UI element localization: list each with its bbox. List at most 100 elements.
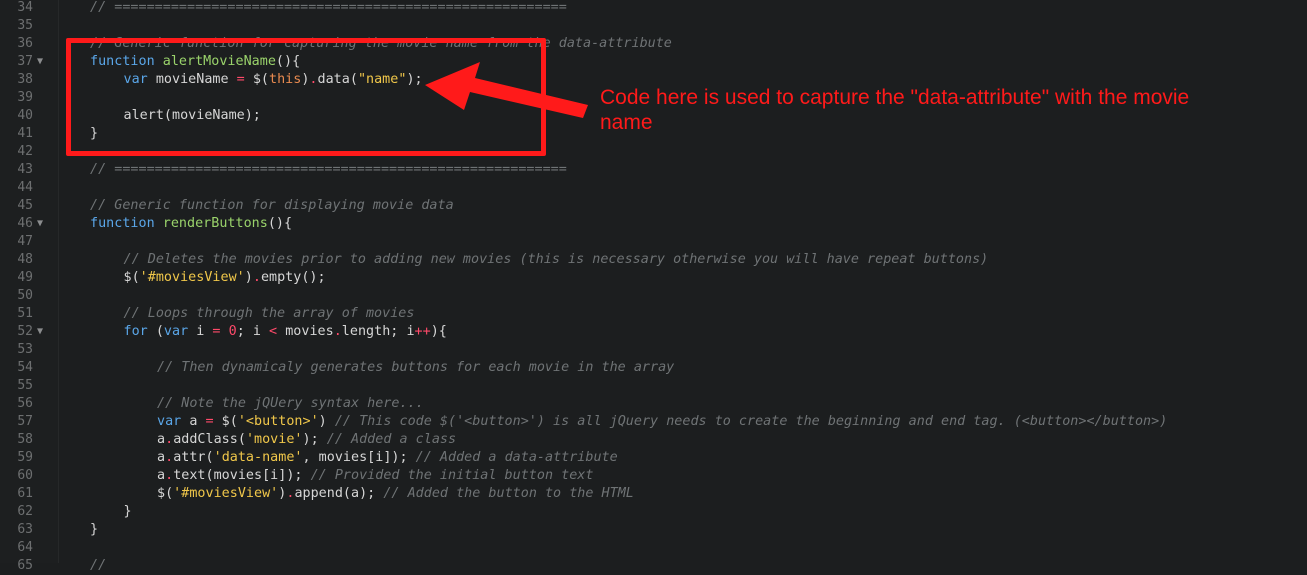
code-line: 58 a.addClass('movie'); // Added a class [0,431,1307,449]
code-line: 56 // Note the jQUery syntax here... [0,395,1307,413]
code-text: // Note the jQUery syntax here... [157,395,424,413]
code-token: (){ [267,216,293,231]
code-token: // =====================================… [90,162,567,177]
line-number: 53 [17,342,33,357]
code-text: a.text(movies[i]); // Provided the initi… [157,467,593,485]
code-token: 'data-name' [213,450,303,465]
line-number: 42 [17,144,33,159]
code-line: 53 [0,341,1307,359]
code-token: ){ [430,324,447,339]
code-token: // =====================================… [90,0,567,15]
code-line: 64 [0,539,1307,557]
code-token: attr( [173,450,214,465]
fold-arrow-icon[interactable]: ▼ [37,215,43,233]
line-number: 54 [17,360,33,375]
code-line: 49 $('#moviesView').empty(); [0,269,1307,287]
line-number: 44 [17,180,33,195]
line-number: 55 [17,378,33,393]
code-text: $('#moviesView').empty(); [124,269,326,287]
line-number: 37 [17,54,33,69]
line-number: 45 [17,198,33,213]
code-token: ) [318,414,335,429]
code-token: empty(); [260,270,326,285]
code-token: a [157,432,166,447]
code-line: 57 var a = $('<button>') // This code $('… [0,413,1307,431]
code-text: $('#moviesView').append(a); // Added the… [157,485,634,503]
line-number: 51 [17,306,33,321]
code-token: } [123,504,132,519]
line-number: 38 [17,72,33,87]
code-line: 51 // Loops through the array of movies [0,305,1307,323]
line-number: 35 [17,18,33,33]
code-text: // Generic function for displaying movie… [90,197,454,215]
code-line: 52 ▼ for (var i = 0; i < movies.length; i+… [0,323,1307,341]
fold-arrow-icon[interactable]: ▼ [37,323,43,341]
code-token: . [165,432,174,447]
code-token: '#moviesView' [139,270,245,285]
code-token: a [157,450,166,465]
code-text: a.addClass('movie'); // Added a class [157,431,456,449]
code-line: 60 a.text(movies[i]); // Provided the ini… [0,467,1307,485]
code-token: // [90,558,107,573]
code-text: var a = $('<button>') // This code $('<b… [157,413,1167,431]
fold-arrow-icon[interactable]: ▼ [37,53,43,71]
code-line: 54 // Then dynamicaly generates buttons f… [0,359,1307,377]
pointer-arrow-icon [425,62,588,118]
code-token: var [157,414,190,429]
line-number: 36 [17,36,33,51]
code-token: // Added a data-attribute [415,450,618,465]
code-token: for [123,324,156,339]
code-text: } [90,521,98,539]
line-number: 50 [17,288,33,303]
code-token: ++ [414,324,431,339]
code-token: '#moviesView' [173,486,279,501]
code-token: $( [157,486,174,501]
code-token: $( [123,270,140,285]
line-number: 41 [17,126,33,141]
code-text: // =====================================… [90,0,567,17]
code-token: . [252,270,261,285]
code-token: ); [302,432,327,447]
code-token: // Note the jQUery syntax here... [157,396,424,411]
code-text: function renderButtons(){ [90,215,292,233]
code-token: a [157,468,166,483]
code-token: 0 [228,324,237,339]
code-line: 45 // Generic function for displaying mov… [0,197,1307,215]
code-token: = [212,324,221,339]
code-token: append(a); [294,486,384,501]
code-line: 62} [0,503,1307,521]
code-line: 47 [0,233,1307,251]
line-number: 64 [17,540,33,555]
line-number: 39 [17,90,33,105]
line-number: 43 [17,162,33,177]
code-token: // Then dynamicaly generates buttons for… [157,360,675,375]
code-text: a.attr('data-name', movies[i]); // Added… [157,449,618,467]
code-text: // [90,557,106,575]
code-line: 50 [0,287,1307,305]
line-number: 63 [17,522,33,537]
code-token: // Generic function for displaying movie… [90,198,454,213]
code-token: text(movies[i]); [173,468,311,483]
line-number: 57 [17,414,33,429]
line-number: 62 [17,504,33,519]
code-token: 'movie' [245,432,303,447]
code-token: function [90,216,163,231]
code-token: // Added a class [326,432,457,447]
code-token: ) [244,270,253,285]
line-number: 52 [17,324,33,339]
code-token: // Loops through the array of movies [123,306,415,321]
code-text: } [124,503,132,521]
code-line: 59 a.attr('data-name', movies[i]); // Add… [0,449,1307,467]
code-token: . [333,324,342,339]
code-token: // This code $('<button>') is all jQuery… [334,414,1168,429]
code-token: $( [213,414,238,429]
code-line: 43 // ===================================… [0,161,1307,179]
code-line: 48 // Deletes the movies prior to adding … [0,251,1307,269]
code-token: < [269,324,278,339]
line-number: 46 [17,216,33,231]
line-number: 60 [17,468,33,483]
line-number: 59 [17,450,33,465]
line-number: 47 [17,234,33,249]
line-number: 34 [17,0,33,15]
